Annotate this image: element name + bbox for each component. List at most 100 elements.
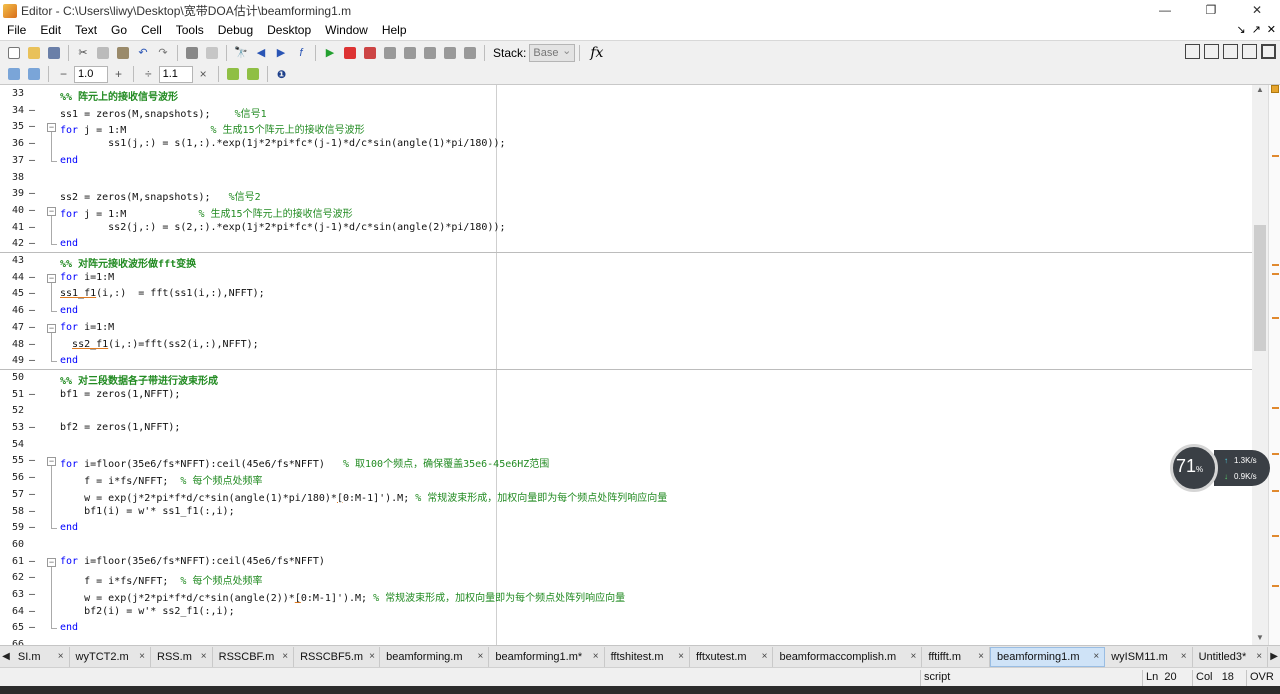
fx-icon[interactable]: fx — [590, 45, 603, 61]
open-folder-icon[interactable] — [25, 44, 43, 62]
dock-icon[interactable]: ↘ — [1236, 21, 1245, 40]
tab-scroll-right-icon[interactable]: ▶ — [1268, 651, 1280, 662]
insert-cell-icon[interactable] — [5, 65, 23, 83]
breakpoint-dash[interactable]: — — [29, 339, 35, 350]
close-doc-icon[interactable]: ✕ — [1267, 21, 1276, 40]
copy-icon[interactable] — [94, 44, 112, 62]
back-arrow-icon[interactable]: ◀ — [252, 44, 270, 62]
breakpoint-dash[interactable]: — — [29, 572, 35, 583]
tab-si-m[interactable]: SI.m × — [12, 646, 70, 667]
tab-wytct2-m[interactable]: wyTCT2.m × — [70, 646, 152, 667]
forward-arrow-icon[interactable]: ▶ — [272, 44, 290, 62]
tab-rsscbf-m[interactable]: RSSCBF.m × — [213, 646, 295, 667]
step-out-icon[interactable] — [421, 44, 439, 62]
breakpoint-dash[interactable]: — — [29, 422, 35, 433]
save-icon[interactable] — [45, 44, 63, 62]
print-icon[interactable] — [183, 44, 201, 62]
warning-marker[interactable] — [1272, 453, 1279, 455]
breakpoint-dash[interactable]: — — [29, 472, 35, 483]
scroll-thumb[interactable] — [1254, 225, 1266, 351]
breakpoint-dash[interactable]: — — [29, 105, 35, 116]
redo-icon[interactable]: ↷ — [154, 44, 172, 62]
code-line[interactable]: w = exp(j*2*pi*f*d/c*sin(angle(2))*[0:M-… — [60, 589, 625, 604]
tab-close-icon[interactable]: × — [762, 651, 768, 662]
code-line[interactable]: ss2 = zeros(M,snapshots); %信号2 — [60, 188, 261, 203]
tab-rsscbf5-m[interactable]: RSSCBF5.m × — [294, 646, 381, 667]
menu-file[interactable]: File — [0, 21, 33, 40]
tab-close-icon[interactable]: × — [911, 651, 917, 662]
breakpoint-dash[interactable]: — — [29, 389, 35, 400]
code-line[interactable]: ss1(j,:) = s(1,:).*exp(1j*2*pi*fc*(j-1)*… — [60, 138, 505, 149]
tab-fftxutest-m[interactable]: fftxutest.m × — [690, 646, 774, 667]
tab-close-icon[interactable]: × — [1256, 651, 1262, 662]
menu-help[interactable]: Help — [375, 21, 414, 40]
network-speed-widget[interactable]: ↑ 1.3K/s ↓ 0.9K/s 71% — [1170, 444, 1270, 492]
evaluate-cell-icon[interactable] — [25, 65, 43, 83]
warning-marker[interactable] — [1272, 264, 1279, 266]
breakpoint-dash[interactable]: — — [29, 238, 35, 249]
code-line[interactable]: end — [60, 305, 78, 316]
breakpoint-dash[interactable]: — — [29, 121, 35, 132]
tab-fftifft-m[interactable]: fftifft.m × — [922, 646, 990, 667]
function-browser-icon[interactable]: f — [292, 44, 310, 62]
tab-beamforming1-m-[interactable]: beamforming1.m* × — [489, 646, 605, 667]
multiply-button[interactable]: × — [200, 67, 207, 81]
breakpoint-dash[interactable]: — — [29, 188, 35, 199]
warning-marker[interactable] — [1272, 273, 1279, 275]
tab-close-icon[interactable]: × — [369, 651, 375, 662]
cell-mode-alt-icon[interactable] — [244, 65, 262, 83]
code-line[interactable]: ss2_f1(i,:)=fft(ss2(i,:),NFFT); — [60, 339, 259, 350]
tab-scroll-left-icon[interactable]: ◀ — [0, 651, 12, 662]
breakpoint-dash[interactable]: — — [29, 622, 35, 633]
breakpoint-dash[interactable]: — — [29, 489, 35, 500]
code-line[interactable]: for i=floor(35e6/fs*NFFT):ceil(45e6/fs*N… — [60, 455, 549, 470]
paste-icon[interactable] — [114, 44, 132, 62]
code-line[interactable]: f = i*fs/NFFT; % 每个频点处频率 — [60, 572, 262, 587]
undock-icon[interactable]: ↗ — [1252, 21, 1261, 40]
breakpoint-dash[interactable]: — — [29, 138, 35, 149]
exit-debug-icon[interactable] — [461, 44, 479, 62]
divide-button[interactable]: ÷ — [145, 67, 152, 81]
code-line[interactable]: for i=1:M — [60, 272, 114, 283]
menu-tools[interactable]: Tools — [169, 21, 211, 40]
code-line[interactable]: bf1(i) = w'* ss1_f1(:,i); — [60, 506, 235, 517]
breakpoint-dash[interactable]: — — [29, 305, 35, 316]
breakpoint-clear-icon[interactable] — [361, 44, 379, 62]
code-line[interactable]: ss2(j,:) = s(2,:).*exp(1j*2*pi*fc*(j-1)*… — [60, 222, 505, 233]
breakpoint-dash[interactable]: — — [29, 155, 35, 166]
tab-close-icon[interactable]: × — [478, 651, 484, 662]
code-editor[interactable]: 33 %% 阵元上的接收信号波形 34 — ss1 = zeros(M,snapshot… — [0, 85, 1268, 645]
warning-status-icon[interactable] — [1271, 85, 1279, 93]
tab-wyism11-m[interactable]: wyISM11.m × — [1105, 646, 1193, 667]
warning-marker[interactable] — [1272, 155, 1279, 157]
warning-marker[interactable] — [1272, 585, 1279, 587]
minus-button[interactable]: − — [60, 67, 67, 81]
code-line[interactable]: end — [60, 355, 78, 366]
find-icon[interactable]: 🔭 — [232, 44, 250, 62]
scroll-down-icon[interactable]: ▼ — [1252, 633, 1268, 645]
breakpoint-dash[interactable]: — — [29, 522, 35, 533]
breakpoint-dash[interactable]: — — [29, 322, 35, 333]
fold-toggle-icon[interactable]: − — [47, 273, 56, 283]
code-line[interactable]: for j = 1:M % 生成15个阵元上的接收信号波形 — [60, 121, 365, 136]
tab-rss-m[interactable]: RSS.m × — [151, 646, 213, 667]
editor-vertical-scrollbar[interactable]: ▲ ▼ — [1252, 85, 1268, 645]
code-line[interactable]: ss1 = zeros(M,snapshots); %信号1 — [60, 105, 267, 120]
tab-close-icon[interactable]: × — [1181, 651, 1187, 662]
code-line[interactable]: ss1_f1(i,:) = fft(ss1(i,:),NFFT); — [60, 288, 265, 299]
warning-marker[interactable] — [1272, 535, 1279, 537]
breakpoint-dash[interactable]: — — [29, 205, 35, 216]
tab-close-icon[interactable]: × — [978, 651, 984, 662]
menu-go[interactable]: Go — [104, 21, 134, 40]
scroll-up-icon[interactable]: ▲ — [1252, 85, 1268, 97]
tab-untitled3-[interactable]: Untitled3* × — [1193, 646, 1269, 667]
cut-icon[interactable]: ✂ — [74, 44, 92, 62]
tab-close-icon[interactable]: × — [201, 651, 207, 662]
cell-value-input-2[interactable]: 1.1 — [158, 65, 193, 83]
code-line[interactable]: for j = 1:M % 生成15个阵元上的接收信号波形 — [60, 205, 353, 220]
menu-text[interactable]: Text — [68, 21, 104, 40]
cell-mode-icon[interactable] — [224, 65, 242, 83]
breakpoint-dash[interactable]: — — [29, 556, 35, 567]
tab-fftshitest-m[interactable]: fftshitest.m × — [605, 646, 690, 667]
split-left-right-icon[interactable] — [1204, 44, 1219, 59]
